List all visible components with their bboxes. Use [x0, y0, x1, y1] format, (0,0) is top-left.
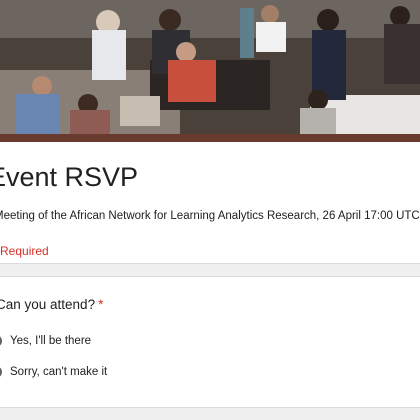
required-note: * Required [0, 244, 49, 258]
option-label: Sorry, can't make it [10, 366, 108, 378]
option-no[interactable]: Sorry, can't make it [0, 363, 107, 381]
radio-button-icon[interactable] [0, 335, 2, 347]
question-text: Can you attend? [0, 297, 96, 312]
radio-button-icon[interactable] [0, 366, 2, 378]
page-background-strip [0, 408, 420, 420]
form-title: Event RSVP [0, 162, 139, 192]
option-yes[interactable]: Yes, I'll be there [0, 332, 91, 350]
question-label: Can you attend? * [0, 297, 103, 312]
question-card: Can you attend? * Yes, I'll be there Sorr… [0, 276, 420, 408]
form-header-card: Event RSVP Meeting of the African Networ… [0, 134, 420, 264]
option-label: Yes, I'll be there [10, 335, 92, 347]
header-image [0, 0, 420, 134]
header-photo [0, 0, 420, 134]
form-description: Meeting of the African Network for Learn… [0, 210, 420, 222]
required-asterisk: * [98, 297, 104, 312]
